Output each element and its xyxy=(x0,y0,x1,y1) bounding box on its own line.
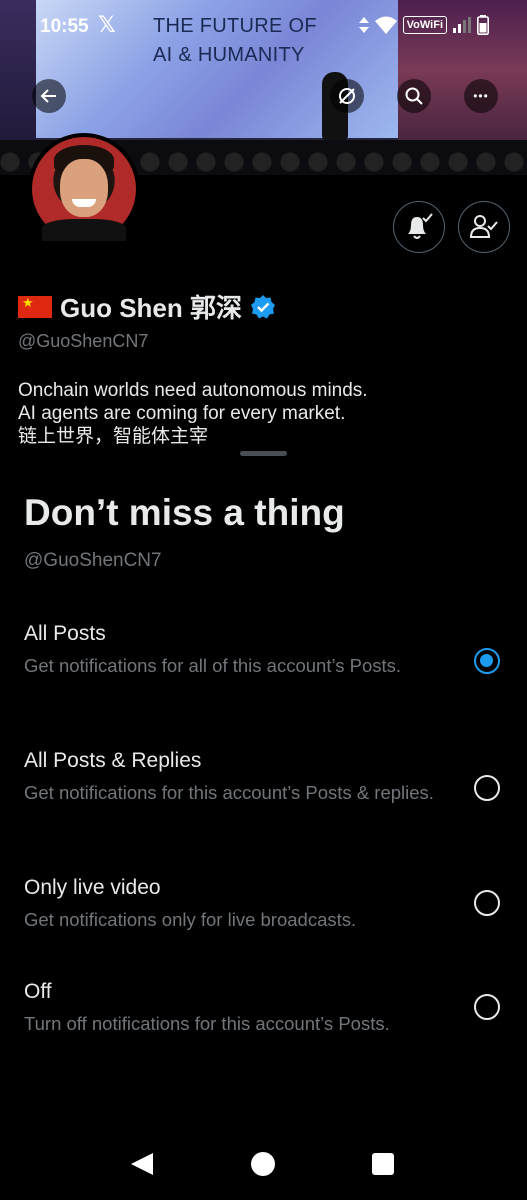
notifications-button[interactable] xyxy=(393,201,445,253)
vowifi-badge: VoWiFi xyxy=(402,16,447,34)
signal-icon xyxy=(453,17,471,33)
back-button[interactable] xyxy=(32,79,66,113)
option-only-live-video[interactable]: Only live video Get notifications only f… xyxy=(0,876,527,936)
status-bar: 10:55 𝕏 VoWiFi xyxy=(0,0,527,52)
x-logo-icon: 𝕏 xyxy=(98,12,116,37)
bio-line: AI agents are coming for every market. xyxy=(18,403,346,424)
sheet-handle: @GuoShenCN7 xyxy=(24,550,162,571)
avatar[interactable] xyxy=(28,133,140,245)
profile-name: Guo Shen 郭深 xyxy=(60,293,243,323)
option-desc: Get notifications for all of this accoun… xyxy=(24,655,402,676)
profile-bio: Onchain worlds need autonomous minds. AI… xyxy=(18,379,508,445)
grok-icon xyxy=(339,88,355,104)
wifi-icon xyxy=(374,16,397,34)
status-icons: VoWiFi xyxy=(358,15,489,35)
sheet-title: Don’t miss a thing xyxy=(24,492,345,533)
data-arrows-icon xyxy=(358,17,369,33)
option-desc: Get notifications only for live broadcas… xyxy=(24,909,357,930)
option-all-posts[interactable]: All Posts Get notifications for all of t… xyxy=(0,622,527,702)
option-title: All Posts & Replies xyxy=(24,749,202,772)
system-nav-bar xyxy=(0,1130,527,1200)
profile-name-row: Guo Shen 郭深 xyxy=(18,288,276,325)
battery-icon xyxy=(477,15,489,35)
status-time: 10:55 xyxy=(40,16,89,37)
profile-handle: @GuoShenCN7 xyxy=(18,331,149,351)
avatar-shirt xyxy=(42,219,126,241)
person-check-icon xyxy=(469,215,498,238)
bell-check-icon xyxy=(408,213,433,239)
radio-all-posts[interactable] xyxy=(474,648,500,674)
option-all-posts-replies[interactable]: All Posts & Replies Get notifications fo… xyxy=(0,749,527,829)
option-title: Only live video xyxy=(24,876,161,899)
radio-off[interactable] xyxy=(474,994,500,1020)
nav-recents-icon[interactable] xyxy=(372,1153,394,1175)
option-desc: Get notifications for this account’s Pos… xyxy=(24,782,434,803)
avatar-face xyxy=(60,159,108,217)
radio-all-posts-replies[interactable] xyxy=(474,775,500,801)
more-icon: ••• xyxy=(473,89,489,103)
radio-only-live-video[interactable] xyxy=(474,890,500,916)
option-title: All Posts xyxy=(24,622,106,645)
bio-line: 链上世界，智能体主宰 xyxy=(18,426,209,445)
grok-button[interactable] xyxy=(330,79,364,113)
following-button[interactable] xyxy=(458,201,510,253)
option-desc: Turn off notifications for this account’… xyxy=(24,1013,390,1034)
china-flag-icon xyxy=(18,295,52,318)
search-button[interactable] xyxy=(397,79,431,113)
option-title: Off xyxy=(24,980,52,1003)
search-icon xyxy=(405,87,423,105)
arrow-left-icon xyxy=(40,89,56,103)
verified-badge-icon[interactable] xyxy=(250,294,276,320)
bio-line: Onchain worlds need autonomous minds. xyxy=(18,380,368,401)
more-button[interactable]: ••• xyxy=(464,79,498,113)
nav-back-icon[interactable] xyxy=(131,1153,153,1175)
notification-sheet: Don’t miss a thing @GuoShenCN7 All Posts… xyxy=(0,460,527,1200)
option-off[interactable]: Off Turn off notifications for this acco… xyxy=(0,980,527,1040)
nav-home-icon[interactable] xyxy=(251,1152,275,1176)
sheet-drag-handle[interactable] xyxy=(240,451,287,456)
